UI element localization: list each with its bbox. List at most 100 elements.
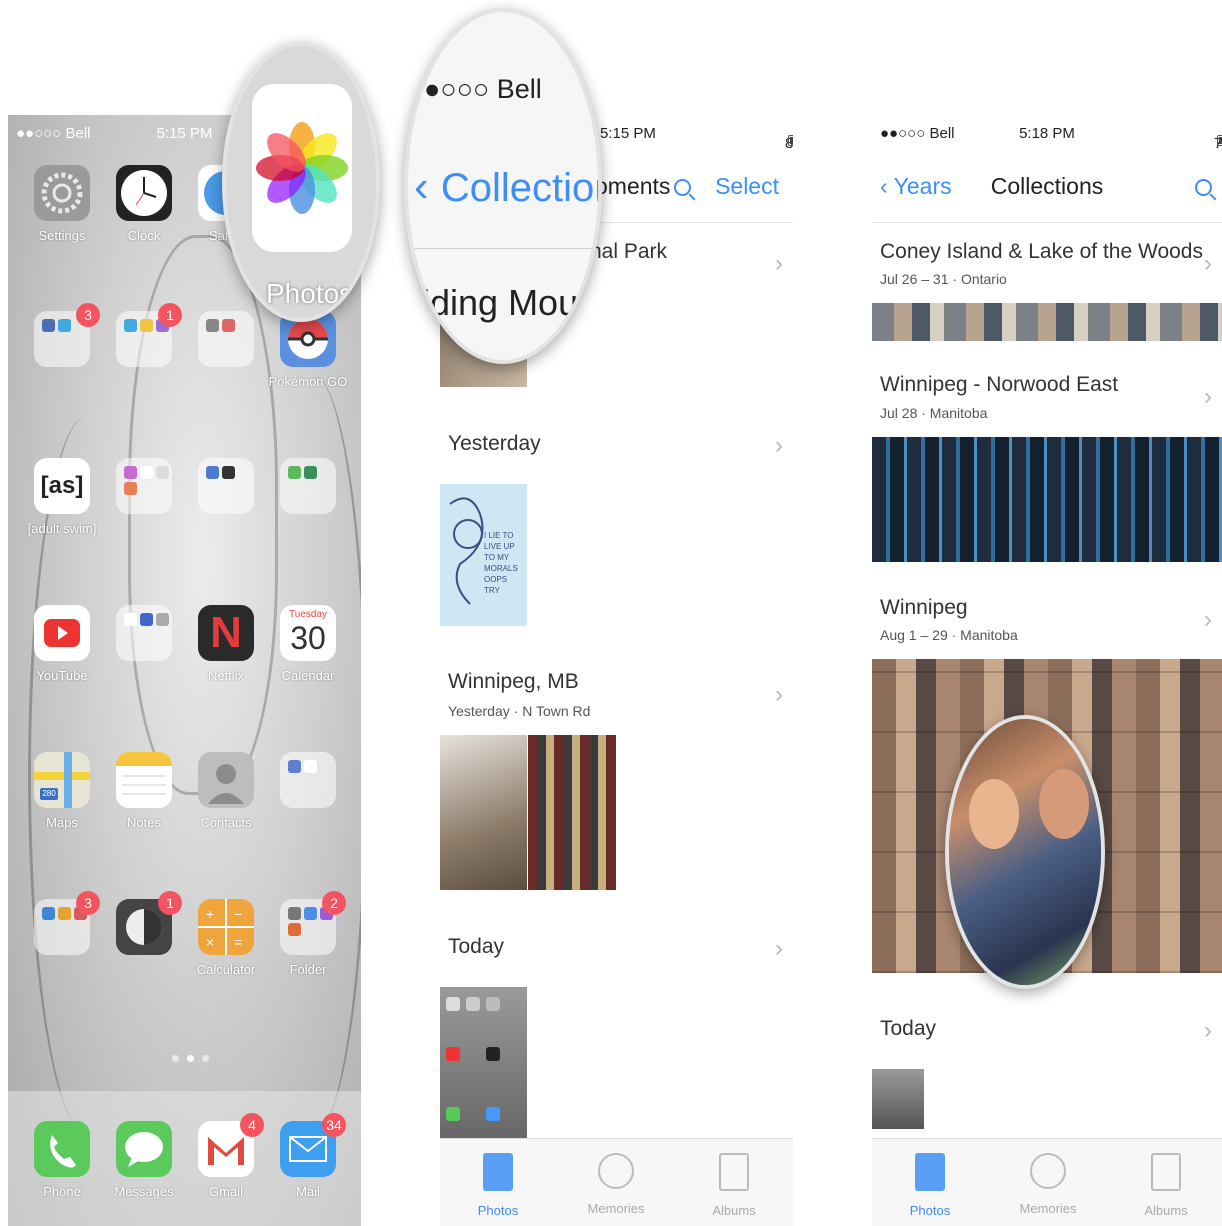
- photo-thumbnail[interactable]: [528, 735, 616, 890]
- folder-misc[interactable]: 2 Folder: [280, 891, 346, 977]
- photos-tab-icon: [915, 1153, 945, 1191]
- app-adult-swim[interactable]: [as] [adult swim]: [28, 458, 96, 536]
- albums-tab-icon: [719, 1153, 749, 1191]
- divider: [408, 248, 598, 249]
- photo-magnifier: [945, 715, 1105, 989]
- photo-thumbnail[interactable]: [872, 1069, 924, 1129]
- calculator-icon: + − × =: [198, 899, 254, 955]
- app-label: Maps: [46, 815, 78, 830]
- folder-media[interactable]: [116, 458, 172, 521]
- tab-photos[interactable]: Photos: [448, 1153, 548, 1218]
- search-icon[interactable]: [673, 179, 691, 197]
- app-label: Photos: [266, 278, 354, 309]
- app-netflix[interactable]: N Netflix: [198, 605, 254, 683]
- carrier-label: ●○○○ Bell: [424, 74, 542, 104]
- tab-albums[interactable]: Albums: [684, 1153, 784, 1218]
- folder-utilities[interactable]: [198, 458, 254, 521]
- drawing-text: I LIE TO LIVE UP TO MY MORALS OOPS TRY: [484, 531, 518, 595]
- tab-bar: Photos Memories Albums: [440, 1138, 793, 1226]
- chevron-right-icon: ›: [1204, 606, 1212, 633]
- contacts-icon: [198, 752, 254, 808]
- collections-back-magnifier: ●○○○ Bell ‹ Collections iding Mount: [404, 8, 602, 364]
- settings-icon: [34, 165, 90, 221]
- memories-tab-icon: [1030, 1153, 1066, 1189]
- folder-icon: [280, 458, 336, 514]
- clock-label: 5:15 PM: [156, 125, 213, 142]
- collection-title: Today: [880, 1017, 937, 1040]
- adult-swim-icon: [as]: [34, 458, 90, 514]
- app-label: Gmail: [209, 1184, 243, 1199]
- photos-app-icon[interactable]: [252, 84, 352, 252]
- tab-bar: Photos Memories Albums: [872, 1138, 1222, 1226]
- tab-photos[interactable]: Photos: [880, 1153, 980, 1218]
- calendar-icon: Tuesday 30: [280, 605, 336, 661]
- search-button[interactable]: [1195, 173, 1212, 200]
- messages-icon: [116, 1121, 172, 1177]
- svg-text:×: ×: [206, 934, 214, 950]
- moment-title-zoomed: iding Mount: [422, 282, 602, 323]
- folder-music[interactable]: [280, 752, 336, 815]
- folder-more[interactable]: [116, 605, 172, 668]
- photos-tab-icon: [483, 1153, 513, 1191]
- carrier-label: ●●○○○ Bell: [16, 125, 91, 142]
- app-calculator[interactable]: + − × = Calculator: [197, 899, 255, 977]
- navigation-bar: ‹ Years Collections: [872, 163, 1222, 223]
- folder-social[interactable]: 3: [34, 303, 100, 374]
- notification-badge: 2: [322, 891, 346, 915]
- face-shape: [969, 779, 1019, 849]
- app-settings[interactable]: Settings: [34, 165, 90, 243]
- app-gmail[interactable]: 4 Gmail: [198, 1113, 264, 1199]
- back-button[interactable]: ‹ Years: [880, 173, 952, 200]
- app-pokemon-go[interactable]: Pokémon GO: [269, 311, 347, 389]
- photo-thumbnail[interactable]: [440, 987, 527, 1142]
- app-youtube[interactable]: YouTube: [34, 605, 90, 683]
- photos-app-magnifier: Photos: [222, 42, 380, 322]
- photo-thumbnail[interactable]: [440, 735, 527, 890]
- battery-icon: [1217, 135, 1222, 146]
- folder-productivity[interactable]: 3: [34, 891, 100, 962]
- app-maps[interactable]: 280 Maps: [34, 752, 90, 830]
- app-phone[interactable]: Phone: [34, 1121, 90, 1199]
- app-label: Contacts: [200, 815, 252, 830]
- folder-camera[interactable]: [198, 311, 254, 374]
- folder-icon: [198, 311, 254, 367]
- search-icon: [1195, 179, 1212, 197]
- collection-title: Winnipeg - Norwood East: [880, 373, 1119, 396]
- photo-thumbnail[interactable]: I LIE TO LIVE UP TO MY MORALS OOPS TRY: [440, 484, 527, 626]
- collection-photo-strip[interactable]: [872, 437, 1222, 562]
- clock-label: 5:18 PM: [1019, 125, 1075, 142]
- app-label: YouTube: [36, 668, 88, 683]
- tab-label: Photos: [909, 1203, 951, 1218]
- chevron-right-icon: ›: [775, 250, 783, 277]
- app-label: Notes: [127, 815, 161, 830]
- app-label: Mail: [296, 1184, 320, 1199]
- app-mail[interactable]: 34 Mail: [280, 1113, 346, 1199]
- app-messages[interactable]: Messages: [114, 1121, 174, 1199]
- app-label: Folder: [289, 962, 327, 977]
- chevron-right-icon: ›: [775, 935, 783, 962]
- moment-title: nal Park: [590, 240, 668, 263]
- collection-photo-strip[interactable]: [872, 303, 1222, 341]
- app-contacts[interactable]: Contacts: [198, 752, 254, 830]
- tab-label: Albums: [712, 1203, 756, 1218]
- page-indicator[interactable]: [168, 1049, 213, 1067]
- app-watch[interactable]: 1: [116, 891, 182, 962]
- app-label: Pokémon GO: [268, 374, 348, 389]
- folder-games[interactable]: [280, 458, 336, 521]
- nav-title: Collections: [990, 173, 1104, 199]
- back-button[interactable]: ‹ Collections: [414, 162, 598, 212]
- app-clock[interactable]: Clock: [116, 165, 172, 243]
- app-calendar[interactable]: Tuesday 30 Calendar: [280, 605, 336, 683]
- folder-apps[interactable]: 1: [116, 303, 182, 374]
- netflix-icon: N: [198, 605, 254, 661]
- tab-memories[interactable]: Memories: [998, 1153, 1098, 1216]
- tab-albums[interactable]: Albums: [1116, 1153, 1216, 1218]
- select-button[interactable]: Select: [715, 173, 779, 199]
- zoomed-photo[interactable]: [949, 719, 1101, 985]
- svg-text:−: −: [234, 906, 242, 922]
- collection-title: Coney Island & Lake of the Woods: [880, 240, 1203, 263]
- tab-memories[interactable]: Memories: [566, 1153, 666, 1216]
- app-notes[interactable]: Notes: [116, 752, 172, 830]
- collections-panel: ●●○○○ Bell 5:18 PM 79% ‹ Years Collectio…: [872, 115, 1222, 1226]
- moment-subtitle: Yesterday · N Town Rd: [448, 703, 591, 719]
